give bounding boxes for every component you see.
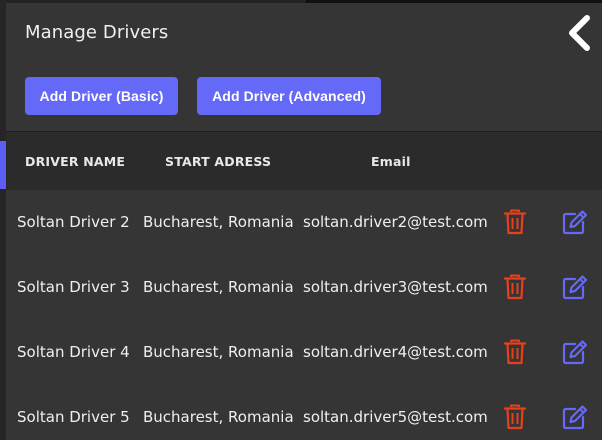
add-driver-advanced-button[interactable]: Add Driver (Advanced) [197, 77, 381, 115]
driver-name-cell: Soltan Driver 5 [17, 408, 130, 426]
delete-driver-button[interactable] [501, 208, 529, 236]
app-window: Manage Drivers Add Driver (Basic) Add Dr… [0, 0, 602, 440]
back-button[interactable] [562, 12, 596, 54]
table-row: Soltan Driver 3 Bucharest, Romania solta… [6, 255, 602, 320]
chevron-left-icon [569, 15, 590, 51]
page-title: Manage Drivers [25, 22, 169, 43]
edit-driver-button[interactable] [561, 338, 589, 366]
column-header-start-address: START ADRESS [165, 154, 272, 169]
email-cell: soltan.driver5@test.com [303, 408, 488, 426]
trash-icon [504, 209, 526, 235]
column-header-driver-name: DRIVER NAME [25, 154, 126, 169]
edit-icon [562, 210, 588, 235]
trash-icon [504, 404, 526, 430]
driver-name-cell: Soltan Driver 3 [17, 278, 130, 296]
start-address-cell: Bucharest, Romania [143, 343, 294, 361]
edit-driver-button[interactable] [561, 208, 589, 236]
edit-icon [562, 275, 588, 300]
add-driver-basic-button[interactable]: Add Driver (Basic) [25, 77, 178, 115]
edit-driver-button[interactable] [561, 273, 589, 301]
edit-icon [562, 405, 588, 430]
table-body: Soltan Driver 2 Bucharest, Romania solta… [6, 190, 602, 440]
email-cell: soltan.driver2@test.com [303, 213, 488, 231]
start-address-cell: Bucharest, Romania [143, 278, 294, 296]
driver-name-cell: Soltan Driver 2 [17, 213, 130, 231]
delete-driver-button[interactable] [501, 273, 529, 301]
driver-name-cell: Soltan Driver 4 [17, 343, 130, 361]
table-row: Soltan Driver 5 Bucharest, Romania solta… [6, 385, 602, 440]
column-header-email: Email [371, 154, 411, 169]
table-row: Soltan Driver 2 Bucharest, Romania solta… [6, 190, 602, 255]
trash-icon [504, 274, 526, 300]
edit-icon [562, 340, 588, 365]
delete-driver-button[interactable] [501, 338, 529, 366]
edit-driver-button[interactable] [561, 403, 589, 431]
table-row: Soltan Driver 4 Bucharest, Romania solta… [6, 320, 602, 385]
table-header: DRIVER NAME START ADRESS Email [6, 132, 602, 190]
email-cell: soltan.driver3@test.com [303, 278, 488, 296]
delete-driver-button[interactable] [501, 403, 529, 431]
email-cell: soltan.driver4@test.com [303, 343, 488, 361]
start-address-cell: Bucharest, Romania [143, 408, 294, 426]
start-address-cell: Bucharest, Romania [143, 213, 294, 231]
trash-icon [504, 339, 526, 365]
